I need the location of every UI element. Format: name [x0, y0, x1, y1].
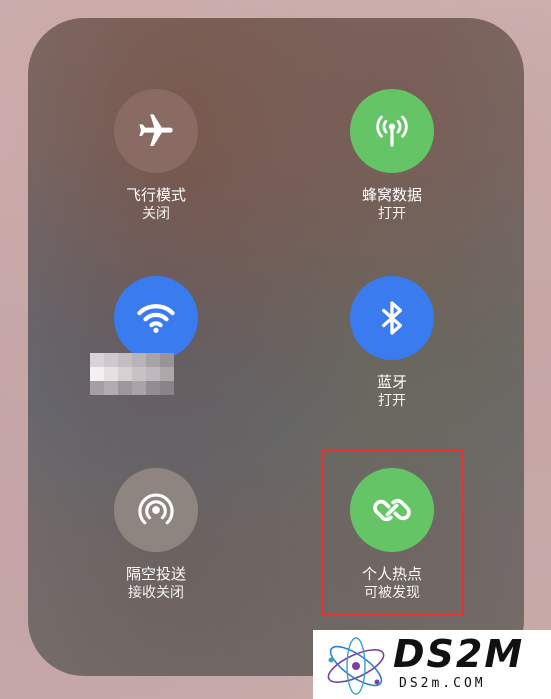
- wifi-name-redacted: [90, 353, 174, 395]
- wifi-icon: [137, 304, 175, 333]
- cellular-data-toggle[interactable]: 蜂窝数据 打开: [302, 89, 482, 224]
- bluetooth-icon: [382, 301, 402, 335]
- airdrop-toggle[interactable]: 隔空投送 接收关闭: [66, 468, 246, 603]
- bluetooth-label: 蓝牙: [376, 373, 407, 391]
- airplane-mode-toggle[interactable]: 飞行模式 关闭: [66, 89, 246, 224]
- atom-logo-icon: [327, 637, 385, 695]
- bluetooth-status: 打开: [378, 393, 406, 409]
- airdrop-status: 接收关闭: [128, 585, 184, 601]
- site-watermark: DS2M DS2m.COM: [313, 630, 551, 699]
- airplane-mode-button[interactable]: [114, 89, 198, 173]
- airdrop-icon: [138, 493, 174, 525]
- airplane-mode-label: 飞行模式: [125, 186, 186, 204]
- airplane-icon: [139, 114, 173, 146]
- airplane-mode-status: 关闭: [142, 206, 170, 222]
- hotspot-highlight-box: [321, 449, 464, 615]
- bluetooth-toggle[interactable]: 蓝牙 打开: [302, 276, 482, 411]
- watermark-site-text: DS2m.COM: [399, 676, 486, 691]
- airdrop-label: 隔空投送: [125, 565, 186, 583]
- cellular-antenna-icon: [376, 115, 408, 147]
- bluetooth-button[interactable]: [350, 276, 434, 360]
- airdrop-button[interactable]: [114, 468, 198, 552]
- cellular-data-button[interactable]: [350, 89, 434, 173]
- cellular-data-label: 蜂窝数据: [361, 186, 422, 204]
- wifi-button[interactable]: [114, 276, 198, 360]
- cellular-data-status: 打开: [378, 206, 406, 222]
- watermark-logo-text: DS2M: [393, 632, 525, 676]
